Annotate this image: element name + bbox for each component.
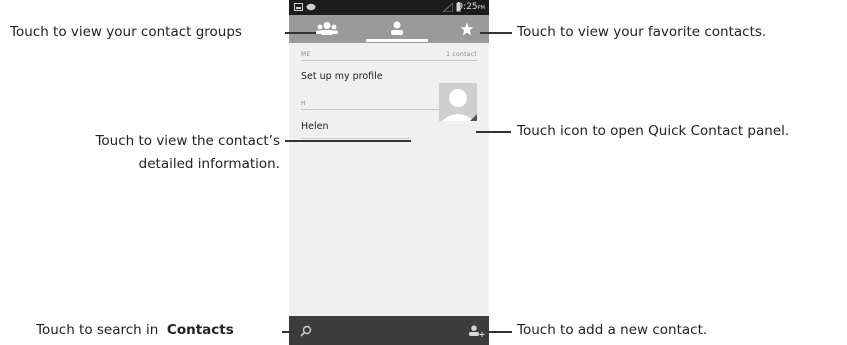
callout-quick-contact: Touch icon to open Quick Contact panel.: [517, 123, 790, 139]
row-divider: [301, 138, 411, 139]
add-contact-icon[interactable]: [469, 325, 485, 337]
section-header-me: ME 1 contact: [301, 48, 477, 61]
callout-search-app-name: Contacts: [166, 322, 234, 338]
leader-line-quick-contact: [476, 131, 511, 133]
phone-screen: 9:25PM ME 1 contact Set up my profile H …: [289, 0, 489, 345]
badge-corner: [470, 114, 477, 121]
leader-line-search: [282, 331, 296, 333]
contact-count: 1 contact: [446, 51, 477, 58]
groups-icon: [316, 22, 338, 35]
leader-line-details: [285, 140, 411, 142]
callout-contact-details-line2: detailed information.: [138, 156, 280, 172]
status-bar: 9:25PM: [289, 0, 489, 15]
star-icon: [460, 22, 474, 36]
signal-icon: [443, 3, 453, 12]
active-tab-indicator: [366, 39, 428, 42]
callout-search-prefix: Touch to search in: [36, 322, 159, 338]
leader-line-favorites: [480, 32, 512, 34]
bottom-action-bar: [289, 316, 489, 345]
callout-favorites: Touch to view your favorite contacts.: [517, 24, 767, 40]
gallery-notification-icon: [294, 3, 303, 11]
tab-favorites[interactable]: [434, 15, 500, 43]
tab-groups[interactable]: [294, 15, 360, 43]
leader-line-add-contact: [487, 331, 512, 333]
leader-line-groups: [285, 32, 316, 34]
section-label: H: [301, 100, 306, 107]
search-icon[interactable]: [300, 325, 312, 337]
quick-contact-badge[interactable]: [439, 83, 477, 121]
section-label: ME: [301, 51, 311, 58]
person-icon: [391, 21, 403, 35]
callout-search: Touch to search in Contacts: [36, 322, 234, 339]
setup-profile-row[interactable]: Set up my profile: [301, 71, 383, 82]
message-notification-icon: [306, 3, 316, 11]
contact-row-helen[interactable]: Helen: [301, 121, 329, 132]
callout-contact-details-line1: Touch to view the contact’s: [95, 133, 280, 149]
callout-contact-groups: Touch to view your contact groups: [10, 24, 242, 40]
callout-add-contact: Touch to add a new contact.: [517, 322, 708, 338]
clock: 9:25PM: [457, 2, 485, 12]
